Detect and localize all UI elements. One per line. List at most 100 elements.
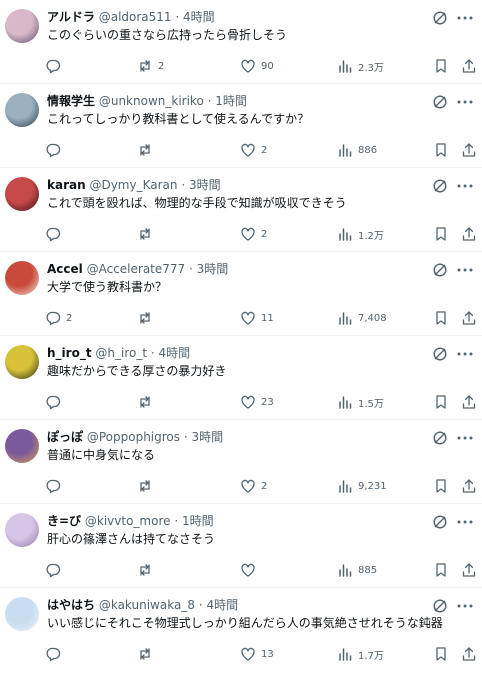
avatar[interactable] [5,93,39,127]
more-options-icon[interactable] [456,262,474,278]
grok-icon[interactable] [432,94,448,110]
user-handle[interactable]: @Dymy_Karan [89,178,177,192]
bookmark-button[interactable] [433,57,449,75]
more-options-icon[interactable] [456,430,474,446]
display-name[interactable]: h_iro_t [47,346,92,360]
timestamp[interactable]: 3時間 [189,178,221,192]
reply-button[interactable] [45,393,66,411]
reply-item[interactable]: ぽっぽ @Poppophigros · 3時間 普通に中身気になる 2 9,23… [0,420,482,504]
grok-icon[interactable] [432,598,448,614]
reply-item[interactable]: はやはち @kakuniwaka_8 · 4時間 いい感じにそれこそ物理式しっか… [0,588,482,672]
reply-item[interactable]: karan @Dymy_Karan · 3時間 これで頭を殴れば、物理的な手段で… [0,168,482,252]
like-button[interactable]: 2 [240,225,267,243]
bookmark-button[interactable] [433,477,449,495]
more-options-icon[interactable] [456,10,474,26]
more-options-icon[interactable] [456,178,474,194]
avatar[interactable] [5,9,39,43]
views-button[interactable]: 886 [337,141,377,159]
more-options-icon[interactable] [456,514,474,530]
timestamp[interactable]: 4時間 [206,598,238,612]
display-name[interactable]: karan [47,178,86,192]
bookmark-button[interactable] [433,561,449,579]
display-name[interactable]: はやはち [47,598,95,612]
reply-button[interactable] [45,477,66,495]
avatar[interactable] [5,597,39,631]
views-button[interactable]: 1.5万 [337,393,384,411]
repost-button[interactable] [137,309,158,327]
share-button[interactable] [461,393,477,411]
bookmark-button[interactable] [433,645,449,663]
user-handle[interactable]: @kakuniwaka_8 [99,598,195,612]
avatar[interactable] [5,261,39,295]
timestamp[interactable]: 4時間 [183,10,215,24]
views-button[interactable]: 885 [337,561,377,579]
share-button[interactable] [461,561,477,579]
reply-button[interactable] [45,57,66,75]
like-button[interactable]: 23 [240,393,274,411]
repost-button[interactable] [137,645,158,663]
like-button[interactable]: 2 [240,477,267,495]
avatar[interactable] [5,345,39,379]
timestamp[interactable]: 4時間 [159,346,191,360]
timestamp[interactable]: 3時間 [197,262,229,276]
repost-button[interactable]: 2 [137,57,164,75]
timestamp[interactable]: 1時間 [215,94,247,108]
user-handle[interactable]: @aldora511 [99,10,172,24]
views-button[interactable]: 9,231 [337,477,387,495]
grok-icon[interactable] [432,430,448,446]
views-button[interactable]: 7,408 [337,309,387,327]
views-button[interactable]: 1.7万 [337,645,384,663]
display-name[interactable]: 情報学生 [47,94,95,108]
reply-button[interactable] [45,561,66,579]
more-options-icon[interactable] [456,598,474,614]
like-button[interactable] [240,561,261,579]
views-button[interactable]: 1.2万 [337,225,384,243]
user-handle[interactable]: @unknown_kiriko [99,94,204,108]
grok-icon[interactable] [432,10,448,26]
share-button[interactable] [461,477,477,495]
repost-button[interactable] [137,141,158,159]
avatar[interactable] [5,513,39,547]
like-button[interactable]: 90 [240,57,274,75]
repost-button[interactable] [137,225,158,243]
share-button[interactable] [461,225,477,243]
like-button[interactable]: 11 [240,309,274,327]
timestamp[interactable]: 3時間 [192,430,224,444]
timestamp[interactable]: 1時間 [182,514,214,528]
repost-button[interactable] [137,477,158,495]
share-button[interactable] [461,57,477,75]
grok-icon[interactable] [432,514,448,530]
more-options-icon[interactable] [456,346,474,362]
reply-item[interactable]: Accel @Accelerate777 · 3時間 大学で使う教科書か？ 2 … [0,252,482,336]
share-button[interactable] [461,309,477,327]
user-handle[interactable]: @kivvto_more [85,514,171,528]
share-button[interactable] [461,645,477,663]
like-button[interactable]: 2 [240,141,267,159]
user-handle[interactable]: @Accelerate777 [87,262,186,276]
bookmark-button[interactable] [433,141,449,159]
user-handle[interactable]: @h_iro_t [95,346,147,360]
repost-button[interactable] [137,561,158,579]
more-options-icon[interactable] [456,94,474,110]
like-button[interactable]: 13 [240,645,274,663]
repost-button[interactable] [137,393,158,411]
grok-icon[interactable] [432,178,448,194]
display-name[interactable]: Accel [47,262,83,276]
share-button[interactable] [461,141,477,159]
bookmark-button[interactable] [433,393,449,411]
reply-button[interactable] [45,141,66,159]
reply-button[interactable] [45,225,66,243]
reply-button[interactable]: 2 [45,309,72,327]
avatar[interactable] [5,429,39,463]
views-button[interactable]: 2.3万 [337,57,384,75]
reply-button[interactable] [45,645,66,663]
avatar[interactable] [5,177,39,211]
reply-item[interactable]: アルドラ @aldora511 · 4時間 このぐらいの重さなら広持ったら骨折し… [0,0,482,84]
reply-item[interactable]: 情報学生 @unknown_kiriko · 1時間 これってしっかり教科書とし… [0,84,482,168]
bookmark-button[interactable] [433,309,449,327]
grok-icon[interactable] [432,346,448,362]
reply-item[interactable]: き=び @kivvto_more · 1時間 肝心の篠澤さんは持てなさそう 88… [0,504,482,588]
bookmark-button[interactable] [433,225,449,243]
display-name[interactable]: き=び [47,514,81,528]
user-handle[interactable]: @Poppophigros [87,430,180,444]
